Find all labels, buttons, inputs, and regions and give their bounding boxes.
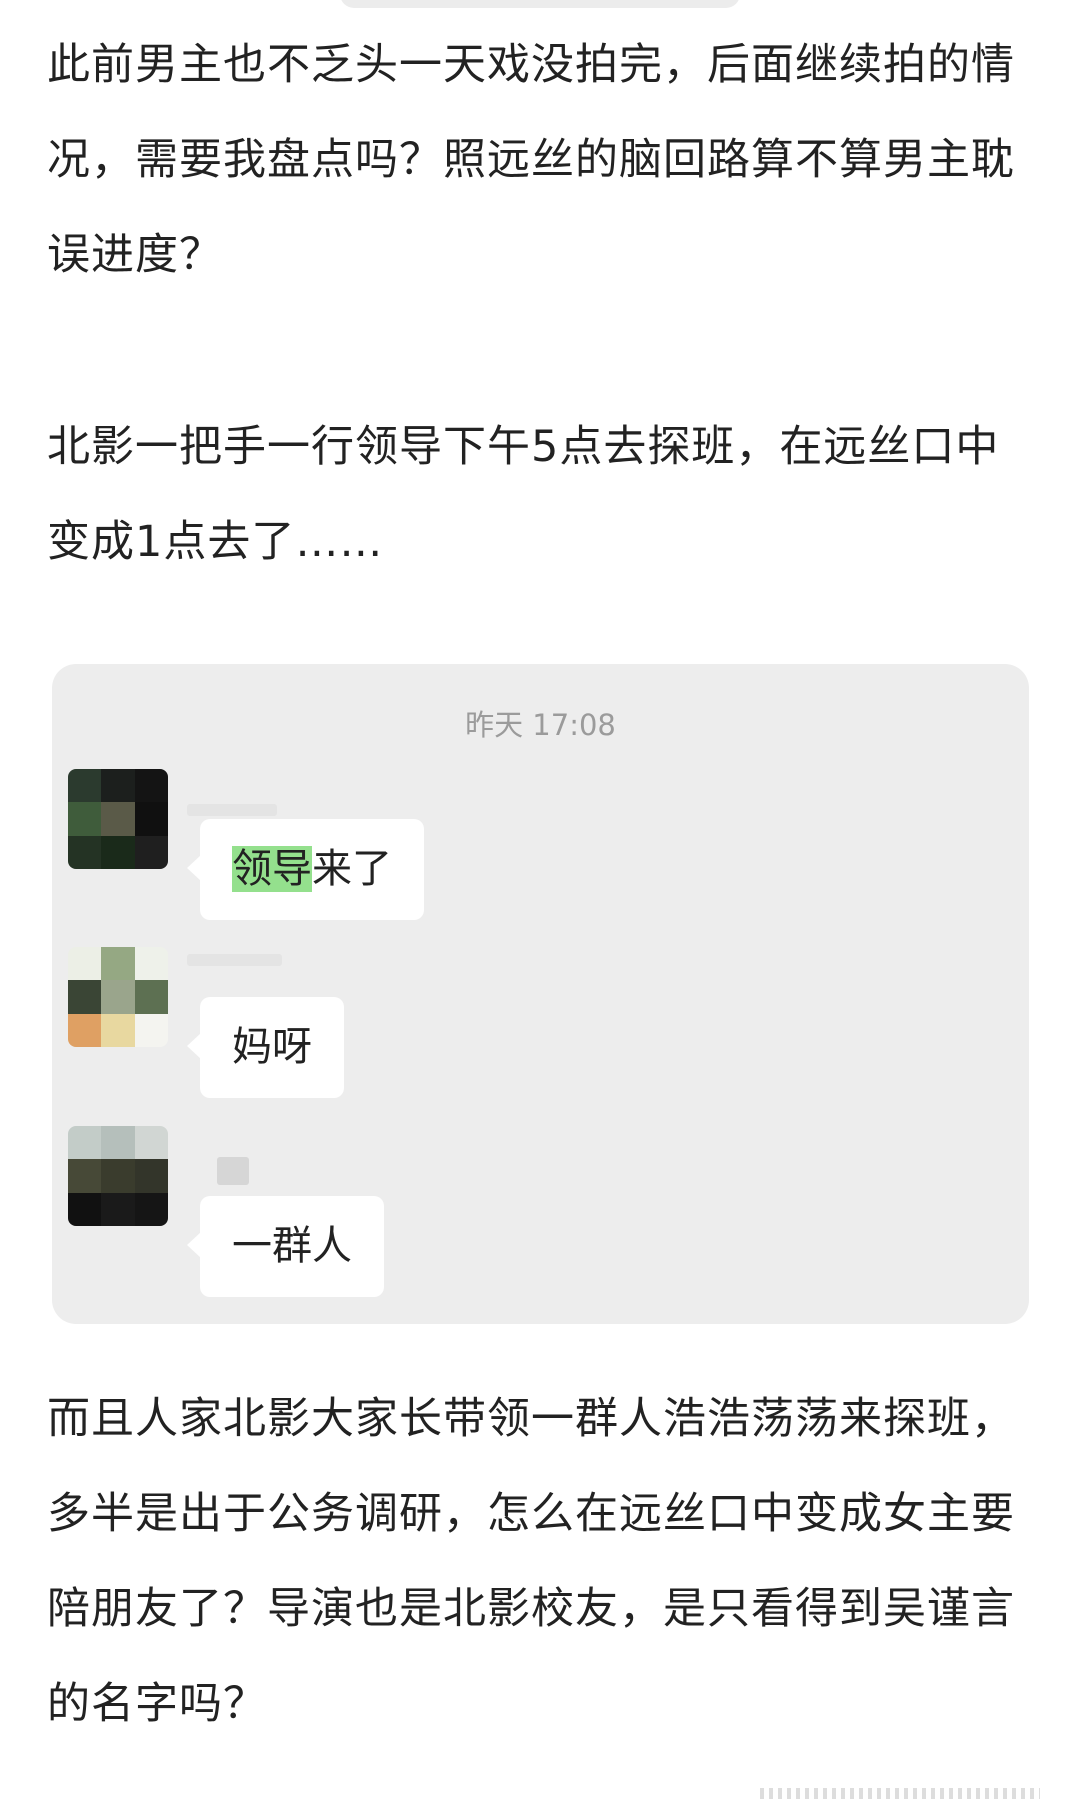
message-text: 来了 [312,846,392,892]
message-bubble[interactable]: 一群人 [187,1196,384,1297]
post-paragraph-2: 北影一把手一行领导下午5点去探班，在远丝口中变成1点去了…… [47,422,1000,567]
message-text: 一群人 [232,1223,352,1269]
sender-name-blurred [217,1157,249,1185]
message-bubble[interactable]: 领导来了 [187,819,424,920]
bottom-scroll-indicator [760,1788,1040,1799]
post-paragraph-1: 此前男主也不乏头一天戏没拍完，后面继续拍的情况，需要我盘点吗？照远丝的脑回路算不… [47,40,1015,280]
post-paragraph-3: 而且人家北影大家长带领一群人浩浩荡荡来探班，多半是出于公务调研，怎么在远丝口中变… [47,1394,1015,1729]
message-text: 妈呀 [232,1024,312,1070]
sender-name-blurred [187,804,277,816]
avatar [68,947,168,1047]
chat-timestamp: 昨天 17:08 [465,708,616,742]
top-scroll-edge [340,0,740,8]
message-bubble[interactable]: 妈呀 [187,997,344,1098]
avatar [68,1126,168,1226]
avatar [68,769,168,869]
chat-screenshot: 昨天 17:08 领导来了 妈呀 一群人 [52,664,1029,1324]
highlighted-text: 领导 [232,846,312,892]
sender-name-blurred [187,954,282,966]
